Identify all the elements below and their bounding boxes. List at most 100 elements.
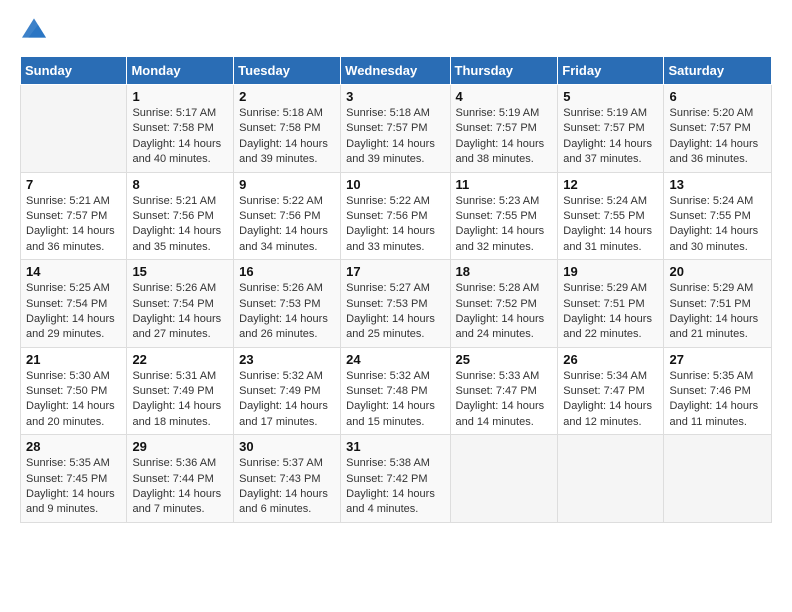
day-info: Sunrise: 5:28 AMSunset: 7:52 PMDaylight:… [456,281,553,343]
day-info: Sunrise: 5:30 AMSunset: 7:50 PMDaylight:… [26,369,121,431]
day-number: 19 [563,264,658,279]
day-info: Sunrise: 5:18 AMSunset: 7:58 PMDaylight:… [239,106,335,168]
day-info: Sunrise: 5:21 AMSunset: 7:56 PMDaylight:… [132,194,228,256]
day-number: 14 [26,264,121,279]
day-info: Sunrise: 5:26 AMSunset: 7:54 PMDaylight:… [132,281,228,343]
day-number: 16 [239,264,335,279]
calendar-cell [558,435,664,523]
day-info: Sunrise: 5:17 AMSunset: 7:58 PMDaylight:… [132,106,228,168]
calendar-cell: 15 Sunrise: 5:26 AMSunset: 7:54 PMDayligh… [127,260,234,348]
day-info: Sunrise: 5:18 AMSunset: 7:57 PMDaylight:… [346,106,444,168]
day-info: Sunrise: 5:22 AMSunset: 7:56 PMDaylight:… [346,194,444,256]
calendar-cell [450,435,558,523]
calendar-cell: 31Sunrise: 5:38 AMSunset: 7:42 PMDayligh… [341,435,450,523]
day-number: 30 [239,439,335,454]
day-info: Sunrise: 5:34 AMSunset: 7:47 PMDaylight:… [563,369,658,431]
calendar-cell: 27 Sunrise: 5:35 AMSunset: 7:46 PMDayligh… [664,347,772,435]
day-info: Sunrise: 5:33 AMSunset: 7:47 PMDaylight:… [456,369,553,431]
calendar-cell: 1 Sunrise: 5:17 AMSunset: 7:58 PMDaylight… [127,85,234,173]
calendar-week-row: 14 Sunrise: 5:25 AMSunset: 7:54 PMDayligh… [21,260,772,348]
day-info: Sunrise: 5:29 AMSunset: 7:51 PMDaylight:… [669,281,766,343]
calendar-cell: 24 Sunrise: 5:32 AMSunset: 7:48 PMDayligh… [341,347,450,435]
day-number: 17 [346,264,444,279]
weekday-header: Friday [558,57,664,85]
weekday-header: Thursday [450,57,558,85]
day-number: 4 [456,89,553,104]
day-number: 18 [456,264,553,279]
calendar-cell: 3Sunrise: 5:18 AMSunset: 7:57 PMDaylight… [341,85,450,173]
day-info: Sunrise: 5:35 AMSunset: 7:46 PMDaylight:… [669,369,766,431]
day-number: 2 [239,89,335,104]
day-number: 7 [26,177,121,192]
calendar-cell: 22 Sunrise: 5:31 AMSunset: 7:49 PMDayligh… [127,347,234,435]
calendar-cell: 21 Sunrise: 5:30 AMSunset: 7:50 PMDayligh… [21,347,127,435]
logo [20,20,46,40]
calendar-cell: 11Sunrise: 5:23 AMSunset: 7:55 PMDayligh… [450,172,558,260]
logo-icon [22,18,46,38]
day-number: 8 [132,177,228,192]
day-info: Sunrise: 5:31 AMSunset: 7:49 PMDaylight:… [132,369,228,431]
day-number: 22 [132,352,228,367]
calendar-cell: 26Sunrise: 5:34 AMSunset: 7:47 PMDayligh… [558,347,664,435]
calendar-cell: 9Sunrise: 5:22 AMSunset: 7:56 PMDaylight… [234,172,341,260]
calendar-cell: 13Sunrise: 5:24 AMSunset: 7:55 PMDayligh… [664,172,772,260]
day-number: 11 [456,177,553,192]
day-number: 10 [346,177,444,192]
day-number: 27 [669,352,766,367]
calendar-cell: 6 Sunrise: 5:20 AMSunset: 7:57 PMDaylight… [664,85,772,173]
day-info: Sunrise: 5:36 AMSunset: 7:44 PMDaylight:… [132,456,228,518]
calendar-cell: 10 Sunrise: 5:22 AMSunset: 7:56 PMDayligh… [341,172,450,260]
day-number: 21 [26,352,121,367]
calendar-cell: 7 Sunrise: 5:21 AMSunset: 7:57 PMDaylight… [21,172,127,260]
calendar-cell: 4 Sunrise: 5:19 AMSunset: 7:57 PMDaylight… [450,85,558,173]
day-info: Sunrise: 5:24 AMSunset: 7:55 PMDaylight:… [563,194,658,256]
calendar-header: SundayMondayTuesdayWednesdayThursdayFrid… [21,57,772,85]
weekday-header: Sunday [21,57,127,85]
day-info: Sunrise: 5:21 AMSunset: 7:57 PMDaylight:… [26,194,121,256]
calendar-cell: 8 Sunrise: 5:21 AMSunset: 7:56 PMDaylight… [127,172,234,260]
day-info: Sunrise: 5:32 AMSunset: 7:49 PMDaylight:… [239,369,335,431]
calendar-table: SundayMondayTuesdayWednesdayThursdayFrid… [20,56,772,523]
day-info: Sunrise: 5:27 AMSunset: 7:53 PMDaylight:… [346,281,444,343]
day-info: Sunrise: 5:25 AMSunset: 7:54 PMDaylight:… [26,281,121,343]
day-info: Sunrise: 5:26 AMSunset: 7:53 PMDaylight:… [239,281,335,343]
day-number: 28 [26,439,121,454]
calendar-cell: 17 Sunrise: 5:27 AMSunset: 7:53 PMDayligh… [341,260,450,348]
day-info: Sunrise: 5:35 AMSunset: 7:45 PMDaylight:… [26,456,121,518]
weekday-header: Monday [127,57,234,85]
calendar-cell [21,85,127,173]
weekday-header: Saturday [664,57,772,85]
calendar-cell: 28 Sunrise: 5:35 AMSunset: 7:45 PMDayligh… [21,435,127,523]
day-info: Sunrise: 5:38 AMSunset: 7:42 PMDaylight:… [346,456,444,518]
calendar-cell: 5 Sunrise: 5:19 AMSunset: 7:57 PMDaylight… [558,85,664,173]
day-info: Sunrise: 5:24 AMSunset: 7:55 PMDaylight:… [669,194,766,256]
weekday-header: Tuesday [234,57,341,85]
calendar-cell: 25Sunrise: 5:33 AMSunset: 7:47 PMDayligh… [450,347,558,435]
day-info: Sunrise: 5:20 AMSunset: 7:57 PMDaylight:… [669,106,766,168]
day-number: 24 [346,352,444,367]
day-number: 5 [563,89,658,104]
day-number: 1 [132,89,228,104]
calendar-cell: 20 Sunrise: 5:29 AMSunset: 7:51 PMDayligh… [664,260,772,348]
page-header [20,20,772,40]
day-number: 6 [669,89,766,104]
calendar-cell: 30 Sunrise: 5:37 AMSunset: 7:43 PMDayligh… [234,435,341,523]
calendar-week-row: 21 Sunrise: 5:30 AMSunset: 7:50 PMDayligh… [21,347,772,435]
day-number: 15 [132,264,228,279]
day-number: 9 [239,177,335,192]
day-info: Sunrise: 5:37 AMSunset: 7:43 PMDaylight:… [239,456,335,518]
day-number: 29 [132,439,228,454]
calendar-cell: 12Sunrise: 5:24 AMSunset: 7:55 PMDayligh… [558,172,664,260]
calendar-week-row: 1 Sunrise: 5:17 AMSunset: 7:58 PMDaylight… [21,85,772,173]
calendar-cell: 16 Sunrise: 5:26 AMSunset: 7:53 PMDayligh… [234,260,341,348]
calendar-cell: 18 Sunrise: 5:28 AMSunset: 7:52 PMDayligh… [450,260,558,348]
day-info: Sunrise: 5:29 AMSunset: 7:51 PMDaylight:… [563,281,658,343]
calendar-cell: 14 Sunrise: 5:25 AMSunset: 7:54 PMDayligh… [21,260,127,348]
calendar-cell: 29 Sunrise: 5:36 AMSunset: 7:44 PMDayligh… [127,435,234,523]
day-info: Sunrise: 5:19 AMSunset: 7:57 PMDaylight:… [563,106,658,168]
calendar-week-row: 7 Sunrise: 5:21 AMSunset: 7:57 PMDaylight… [21,172,772,260]
day-info: Sunrise: 5:32 AMSunset: 7:48 PMDaylight:… [346,369,444,431]
day-number: 20 [669,264,766,279]
day-info: Sunrise: 5:19 AMSunset: 7:57 PMDaylight:… [456,106,553,168]
calendar-body: 1 Sunrise: 5:17 AMSunset: 7:58 PMDaylight… [21,85,772,523]
